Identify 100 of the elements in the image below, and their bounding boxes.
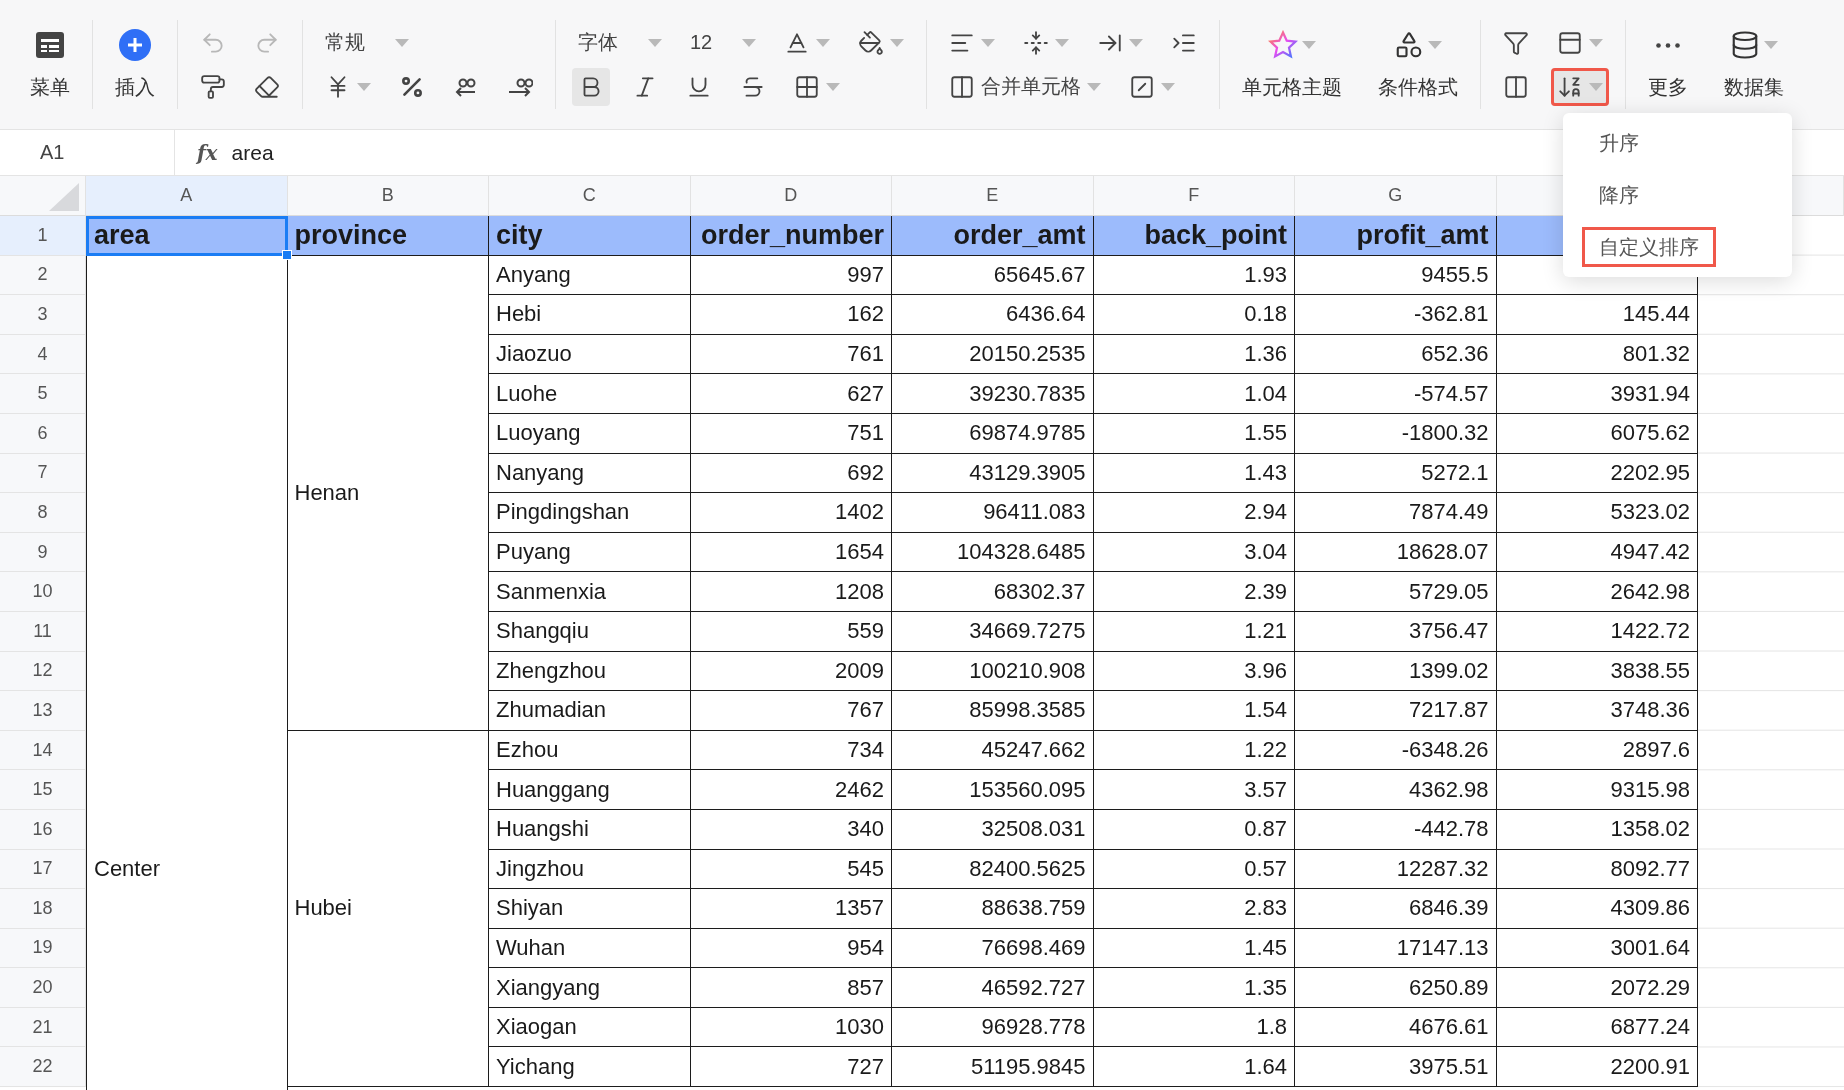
table-cell: 82400.5625	[892, 849, 1094, 890]
header-cell: order_amt	[892, 216, 1094, 256]
row-header[interactable]: 1	[0, 216, 86, 256]
table-cell: 2462	[690, 770, 892, 810]
column-header[interactable]: A	[86, 176, 288, 216]
table-cell: 68302.37	[892, 572, 1094, 612]
table-cell: Luoyang	[489, 413, 691, 454]
table-cell: 9315.98	[1496, 770, 1698, 810]
table-cell: 76698.469	[892, 928, 1094, 969]
table-cell: Xiangyang	[489, 968, 691, 1008]
table-cell: Zhumadian	[489, 691, 691, 731]
table-cell: 6250.89	[1295, 968, 1497, 1008]
table-cell: 1399.02	[1295, 651, 1497, 692]
table-cell: 857	[690, 968, 892, 1008]
column-header[interactable]: F	[1093, 176, 1295, 216]
table-cell: 1.45	[1093, 928, 1295, 969]
row-header[interactable]: 6	[0, 413, 86, 454]
menu-item[interactable]: 升序	[1582, 123, 1656, 163]
table-cell: 3931.94	[1496, 374, 1698, 414]
table-cell: 3001.64	[1496, 928, 1698, 969]
table-cell: Jingzhou	[489, 849, 691, 890]
row-header[interactable]: 10	[0, 572, 86, 612]
table-cell: 1.8	[1093, 1007, 1295, 1048]
merge-button[interactable]: 合并单元格	[943, 67, 1108, 106]
table-cell: 7874.49	[1295, 493, 1497, 533]
table-cell: 65645.67	[892, 255, 1094, 296]
table-cell: 1402	[690, 493, 892, 533]
table-cell: -6348.26	[1295, 730, 1497, 771]
table-cell: Puyang	[489, 532, 691, 573]
row-header[interactable]: 8	[0, 493, 86, 533]
table-cell: 1.36	[1093, 334, 1295, 375]
row-header[interactable]: 9	[0, 532, 86, 573]
table-cell: 1.64	[1093, 1047, 1295, 1088]
column-header[interactable]: C	[489, 176, 691, 216]
table-cell: Zhengzhou	[489, 651, 691, 692]
theme-button[interactable]: 单元格主题	[1234, 28, 1351, 101]
table-cell: 3.96	[1093, 651, 1295, 692]
row-header[interactable]: 19	[0, 928, 86, 969]
table-cell: 4947.42	[1496, 532, 1698, 573]
row-header[interactable]: 17	[0, 849, 86, 890]
table-cell: 545	[690, 849, 892, 890]
table-cell: Henan	[287, 255, 489, 731]
row-header[interactable]: 4	[0, 334, 86, 375]
row-header[interactable]: 3	[0, 295, 86, 335]
table-cell: 145.44	[1496, 295, 1698, 335]
table-cell: 1208	[690, 572, 892, 612]
menu-button[interactable]: 菜单	[22, 28, 78, 101]
table-cell: 2.39	[1093, 572, 1295, 612]
table-cell: 4309.86	[1496, 889, 1698, 929]
column-header[interactable]: D	[690, 176, 892, 216]
table-cell: Jiaozuo	[489, 334, 691, 375]
column-header[interactable]: G	[1295, 176, 1497, 216]
table-cell: 34669.7275	[892, 611, 1094, 652]
menu-item[interactable]: 自定义排序	[1582, 227, 1716, 267]
insert-button[interactable]: 插入	[107, 28, 163, 101]
select-dropdown[interactable]: 12	[684, 23, 763, 62]
row-header[interactable]: 14	[0, 730, 86, 771]
name-box[interactable]: A1	[0, 130, 175, 175]
row-header[interactable]: 20	[0, 968, 86, 1008]
table-cell: 2642.98	[1496, 572, 1698, 612]
header-cell: province	[287, 216, 489, 256]
row-header[interactable]: 16	[0, 809, 86, 850]
table-cell: 4676.61	[1295, 1007, 1497, 1048]
row-header[interactable]: 18	[0, 889, 86, 929]
table-cell: -574.57	[1295, 374, 1497, 414]
table-cell: 6846.39	[1295, 889, 1497, 929]
formula-value[interactable]: area	[231, 140, 274, 165]
row-header[interactable]: 13	[0, 691, 86, 731]
row-header[interactable]: 15	[0, 770, 86, 810]
menu-item[interactable]: 降序	[1582, 175, 1656, 215]
table-cell: 43129.3905	[892, 453, 1094, 494]
row-header[interactable]: 21	[0, 1007, 86, 1048]
row-header[interactable]: 12	[0, 651, 86, 692]
table-cell: 162	[690, 295, 892, 335]
more-button[interactable]: 更多	[1640, 28, 1697, 101]
table-cell: 3748.36	[1496, 691, 1698, 731]
row-header[interactable]: 22	[0, 1047, 86, 1088]
dataset-button[interactable]: 数据集	[1716, 28, 1793, 101]
row-header[interactable]: 5	[0, 374, 86, 414]
conditional-button[interactable]: 条件格式	[1370, 28, 1467, 101]
table-cell: 96411.083	[892, 493, 1094, 533]
row-header[interactable]: 11	[0, 611, 86, 652]
row-header[interactable]: 2	[0, 255, 86, 296]
table-cell: 5729.05	[1295, 572, 1497, 612]
row-header[interactable]: 7	[0, 453, 86, 494]
table-cell: 2.83	[1093, 889, 1295, 929]
table-cell: 627	[690, 374, 892, 414]
table-cell: 2202.95	[1496, 453, 1698, 494]
table-cell: 153560.095	[892, 770, 1094, 810]
table-cell: Huangshi	[489, 809, 691, 850]
table-cell: 1.35	[1093, 968, 1295, 1008]
select-dropdown[interactable]: 常规	[319, 23, 415, 62]
table-cell: 1357	[690, 889, 892, 929]
table-cell: 88638.759	[892, 889, 1094, 929]
table-cell: 12287.32	[1295, 849, 1497, 890]
column-header[interactable]: B	[287, 176, 489, 216]
column-header[interactable]: E	[892, 176, 1094, 216]
select-dropdown[interactable]: 字体	[572, 23, 668, 62]
table-cell: 1358.02	[1496, 809, 1698, 850]
table-cell: Center	[86, 255, 288, 1090]
